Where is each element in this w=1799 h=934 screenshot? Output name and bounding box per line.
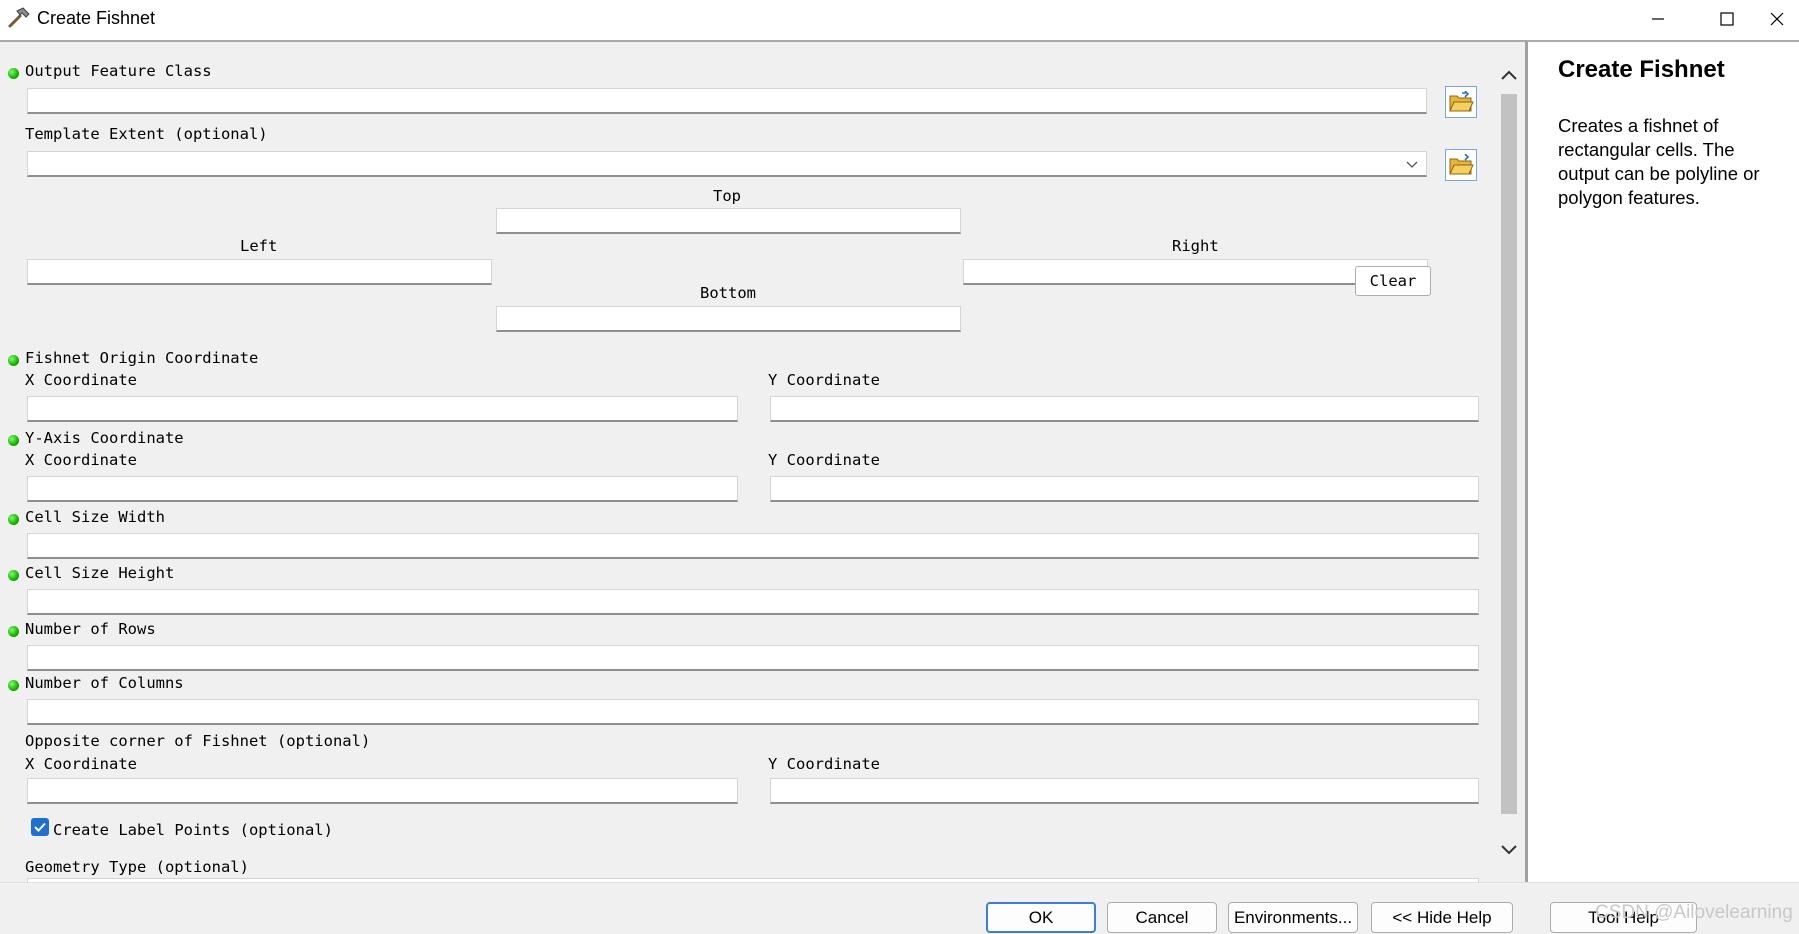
geometry-type-label: Geometry Type (optional) (25, 858, 249, 876)
required-indicator (8, 68, 19, 79)
checkmark-icon (34, 822, 46, 832)
template-extent-label: Template Extent (optional) (25, 125, 268, 143)
title-bar: Create Fishnet (0, 0, 1799, 42)
extent-bottom-label: Bottom (700, 284, 756, 302)
dialog-button-bar (0, 882, 1799, 934)
extent-left-label: Left (240, 237, 278, 255)
environments-button[interactable]: Environments... (1228, 902, 1358, 933)
cell-width-label: Cell Size Width (25, 508, 165, 526)
y-axis-label: Y-Axis Coordinate (25, 429, 184, 447)
maximize-icon (1720, 12, 1734, 26)
extent-left-input[interactable] (27, 259, 492, 285)
label-points-label: Create Label Points (optional) (53, 821, 333, 839)
opposite-corner-label: Opposite corner of Fishnet (optional) (25, 732, 371, 750)
extent-top-label: Top (713, 187, 741, 205)
origin-x-input[interactable] (27, 396, 738, 422)
extent-top-input[interactable] (496, 208, 961, 234)
help-description: Creates a fishnet of rectangular cells. … (1558, 115, 1760, 208)
output-feature-class-label: Output Feature Class (25, 62, 212, 80)
close-button[interactable] (1770, 4, 1799, 34)
cancel-button[interactable]: Cancel (1107, 902, 1217, 933)
maximize-button[interactable] (1705, 4, 1749, 34)
hide-help-button[interactable]: << Hide Help (1371, 902, 1513, 933)
num-columns-input[interactable] (27, 699, 1479, 725)
origin-x-label: X Coordinate (25, 371, 137, 389)
corner-x-input[interactable] (27, 778, 738, 804)
output-feature-class-input[interactable] (27, 88, 1427, 114)
close-icon (1770, 12, 1784, 26)
chevron-up-icon[interactable] (1499, 66, 1519, 86)
label-points-checkbox[interactable] (31, 818, 49, 836)
extent-bottom-input[interactable] (496, 306, 961, 332)
required-indicator (8, 680, 19, 691)
num-rows-input[interactable] (27, 645, 1479, 671)
clear-button[interactable]: Clear (1355, 266, 1431, 296)
required-indicator (8, 435, 19, 446)
origin-y-input[interactable] (770, 396, 1479, 422)
ok-button[interactable]: OK (986, 902, 1096, 933)
chevron-down-icon[interactable] (1499, 839, 1519, 859)
y-axis-y-label: Y Coordinate (768, 451, 880, 469)
num-rows-label: Number of Rows (25, 620, 156, 638)
origin-y-label: Y Coordinate (768, 371, 880, 389)
required-indicator (8, 514, 19, 525)
required-indicator (8, 355, 19, 366)
chevron-down-icon (1406, 161, 1418, 168)
help-panel: Create Fishnet Creates a fishnet of rect… (1525, 42, 1799, 882)
required-indicator (8, 570, 19, 581)
extent-browse-button[interactable] (1445, 149, 1477, 181)
corner-x-label: X Coordinate (25, 755, 137, 773)
cell-height-label: Cell Size Height (25, 564, 175, 582)
output-browse-button[interactable] (1445, 86, 1477, 118)
corner-y-label: Y Coordinate (768, 755, 880, 773)
window-title: Create Fishnet (37, 8, 156, 28)
cell-height-input[interactable] (27, 589, 1479, 615)
template-extent-dropdown[interactable] (27, 151, 1427, 177)
y-axis-x-input[interactable] (27, 476, 738, 502)
y-axis-x-label: X Coordinate (25, 451, 137, 469)
fishnet-origin-label: Fishnet Origin Coordinate (25, 349, 259, 367)
required-indicator (8, 626, 19, 637)
help-title: Create Fishnet (1558, 56, 1725, 83)
scroll-thumb[interactable] (1501, 94, 1517, 814)
extent-right-label: Right (1172, 237, 1219, 255)
watermark-text: CSDN @Ailovelearning (1595, 902, 1793, 923)
num-columns-label: Number of Columns (25, 674, 184, 692)
folder-open-icon (1449, 154, 1474, 175)
hammer-icon (8, 7, 30, 28)
minimize-icon (1652, 18, 1664, 20)
y-axis-y-input[interactable] (770, 476, 1479, 502)
folder-open-icon (1449, 91, 1474, 112)
cell-width-input[interactable] (27, 533, 1479, 559)
corner-y-input[interactable] (770, 778, 1479, 804)
form-scrollbar[interactable] (1493, 42, 1525, 882)
minimize-button[interactable] (1636, 4, 1680, 34)
